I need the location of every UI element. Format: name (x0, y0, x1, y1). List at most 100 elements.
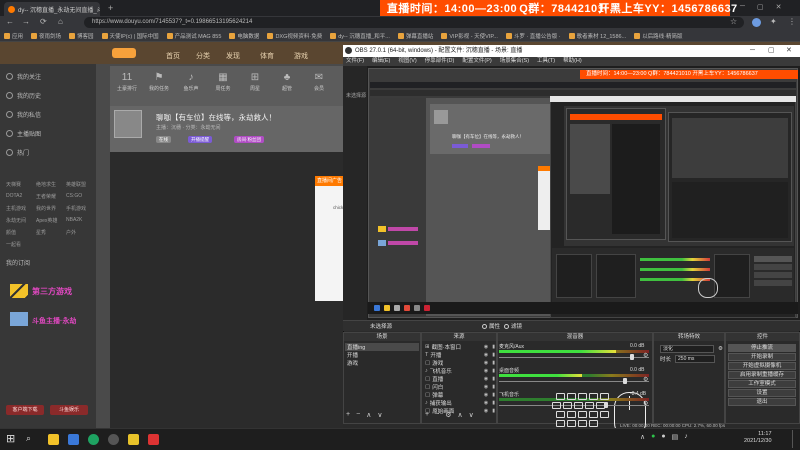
source-lock-icon[interactable]: ▮ (492, 400, 495, 406)
properties-button[interactable]: 属性 (482, 322, 500, 330)
source-lock-icon[interactable]: ▮ (492, 352, 495, 358)
bookmark-item[interactable]: 斗罗 · 直播公告版 · (505, 32, 561, 40)
bookmark-item[interactable]: VIP影视 - 天使VIP... (441, 32, 498, 40)
start-button[interactable]: ⊞ (6, 432, 15, 445)
source-list-item[interactable]: ▢ 直播 ◉ ▮ (425, 375, 495, 383)
show-desktop-button[interactable] (792, 430, 798, 448)
source-lock-icon[interactable]: ▮ (492, 392, 495, 398)
obs-minimize-icon[interactable]: ─ (750, 45, 755, 57)
obs-menu-item[interactable]: 配置文件(P) (462, 57, 491, 66)
source-list-item[interactable]: ♪ 飞机音乐 ◉ ▮ (425, 367, 495, 375)
menu-kebab-icon[interactable]: ⋮ (788, 17, 796, 26)
studio-mode-button[interactable]: 工作室模式 (728, 380, 796, 388)
bookmark-item[interactable]: 电脑数据 (229, 32, 259, 40)
maximize-icon[interactable]: ▢ (757, 3, 764, 11)
url-bar[interactable]: https://www.douyu.com/7145537?_t=0.19866… (84, 17, 744, 28)
source-lock-icon[interactable]: ▮ (492, 368, 495, 374)
sidebar-category-link[interactable]: 星秀 (36, 229, 46, 236)
douyu-entertainment-button[interactable]: 斗鱼娱乐 (50, 405, 88, 415)
browser-tab-active[interactable]: dy-- 沉穗直播_永劫无间直播_斗 ✕ (4, 2, 100, 16)
bookmark-item[interactable]: 弹幕直播站 (397, 32, 433, 40)
room-icon-tab[interactable]: 11 土豪排行 (114, 72, 140, 92)
start-virtual-camera-button[interactable]: 开始虚拟摄像机 (728, 362, 796, 370)
room-icon-tab[interactable]: ✉ 会员 (306, 72, 332, 92)
source-lock-icon[interactable]: ▮ (492, 344, 495, 350)
sidebar-category-link[interactable]: 手机游戏 (66, 205, 86, 212)
source-visibility-icon[interactable]: ◉ (484, 352, 488, 358)
sidebar-category-link[interactable]: 永劫无间 (6, 217, 26, 224)
streamer-avatar[interactable] (114, 110, 142, 138)
sidebar-category-link[interactable]: Apex英雄 (36, 217, 57, 224)
obs-menu-item[interactable]: 视图(V) (398, 57, 416, 66)
back-icon[interactable]: ← (6, 17, 14, 26)
mixer-settings-icon[interactable]: ⚙ (643, 376, 648, 383)
add-scene-button[interactable]: + (346, 411, 350, 419)
sidebar-item[interactable]: 我的历史 (6, 91, 41, 100)
taskbar-clock[interactable]: 11:17 2021/12/30 (744, 431, 772, 445)
source-list-item[interactable]: ▢ 原始画面 ◉ ▮ (425, 407, 495, 415)
mixer-settings-icon[interactable]: ⚙ (643, 400, 648, 407)
source-visibility-icon[interactable]: ◉ (484, 392, 488, 398)
douyu-nav-item[interactable]: 游戏 (294, 51, 308, 61)
home-icon[interactable]: ⌂ (58, 17, 63, 26)
tray-wechat-icon[interactable]: ● (651, 433, 655, 441)
scene-list-item[interactable]: 直播ing (345, 343, 419, 351)
source-lock-icon[interactable]: ▮ (492, 408, 495, 414)
source-visibility-icon[interactable]: ◉ (484, 368, 488, 374)
source-visibility-icon[interactable]: ◉ (484, 360, 488, 366)
obs-menu-item[interactable]: 编辑(E) (372, 57, 390, 66)
reload-icon[interactable]: ⟳ (40, 17, 47, 26)
close-icon[interactable]: ✕ (776, 3, 782, 11)
obs-menu-item[interactable]: 文件(F) (346, 57, 364, 66)
tray-qq-icon[interactable]: ● (661, 433, 665, 441)
scene-list-item[interactable]: 游戏 (345, 359, 419, 367)
sidebar-category-link[interactable]: DOTA2 (6, 193, 22, 199)
douyu-nav-item[interactable]: 分类 (196, 51, 210, 61)
obs-menu-item[interactable]: 帮助(H) (563, 57, 582, 66)
bookmark-star-icon[interactable]: ☆ (730, 17, 737, 26)
douyu-nav-item[interactable]: 体育 (260, 51, 274, 61)
sidebar-category-link[interactable]: 主机游戏 (6, 205, 26, 212)
obs-close-icon[interactable]: ✕ (786, 45, 792, 57)
sidebar-category-link[interactable]: 英雄联盟 (66, 181, 86, 188)
bookmark-item[interactable]: DXG视频资料·免费 (267, 32, 322, 40)
exit-button[interactable]: 退出 (728, 398, 796, 406)
ad-popup[interactable] (315, 176, 345, 301)
source-visibility-icon[interactable]: ◉ (484, 384, 488, 390)
bookmark-item[interactable]: 天使IP(c) | 国际中国 (101, 32, 159, 40)
chrome-icon[interactable] (88, 434, 99, 445)
sidebar-item[interactable]: 主播贴图 (6, 129, 41, 138)
fan-club-button[interactable]: 房间·粉丝团 (234, 136, 264, 143)
douyu-nav-item[interactable]: 发现 (226, 51, 240, 61)
sidebar-category-link[interactable]: 王者荣耀 (36, 193, 56, 200)
source-visibility-icon[interactable]: ◉ (484, 344, 488, 350)
duration-input[interactable]: 250 ms (675, 355, 716, 363)
room-icon-tab[interactable]: ♣ 超管 (274, 72, 300, 92)
transition-select[interactable]: 淡化 (660, 345, 714, 353)
obs-menu-item[interactable]: 场景集合(S) (500, 57, 529, 66)
douyu-logo[interactable] (112, 48, 136, 58)
source-visibility-icon[interactable]: ◉ (484, 376, 488, 382)
source-list-item[interactable]: T 开播 ◉ ▮ (425, 351, 495, 359)
room-icon-tab[interactable]: ⊞ 周星 (242, 72, 268, 92)
transition-settings-icon[interactable]: ⚙ (718, 346, 723, 352)
remove-scene-button[interactable]: − (356, 411, 360, 419)
sidebar-item[interactable]: 热门 (6, 148, 29, 157)
source-list-item[interactable]: ⊞ 截图·本窗口 ◉ ▮ (425, 343, 495, 351)
search-icon[interactable]: ⌕ (26, 433, 31, 444)
room-icon-tab[interactable]: ♪ 鱼乐声 (178, 72, 204, 92)
source-visibility-icon[interactable]: ◉ (484, 400, 488, 406)
new-tab-button[interactable]: + (108, 3, 113, 13)
source-lock-icon[interactable]: ▮ (492, 376, 495, 382)
source-lock-icon[interactable]: ▮ (492, 360, 495, 366)
forward-icon[interactable]: → (22, 17, 30, 26)
source-visibility-icon[interactable]: ◉ (484, 408, 488, 414)
bookmark-item[interactable]: 产品测试 MAG 855 (166, 32, 221, 40)
follow-remind-button[interactable]: 开播提醒 (188, 136, 212, 143)
sidebar-category-link[interactable]: 我的世界 (36, 205, 56, 212)
edge-icon[interactable] (68, 434, 79, 445)
profile-avatar[interactable] (752, 18, 761, 27)
sidebar-category-link[interactable]: 绝地求生 (36, 181, 56, 188)
room-icon-tab[interactable]: ⚑ 我的任务 (146, 72, 172, 92)
settings-button[interactable]: 设置 (728, 389, 796, 397)
